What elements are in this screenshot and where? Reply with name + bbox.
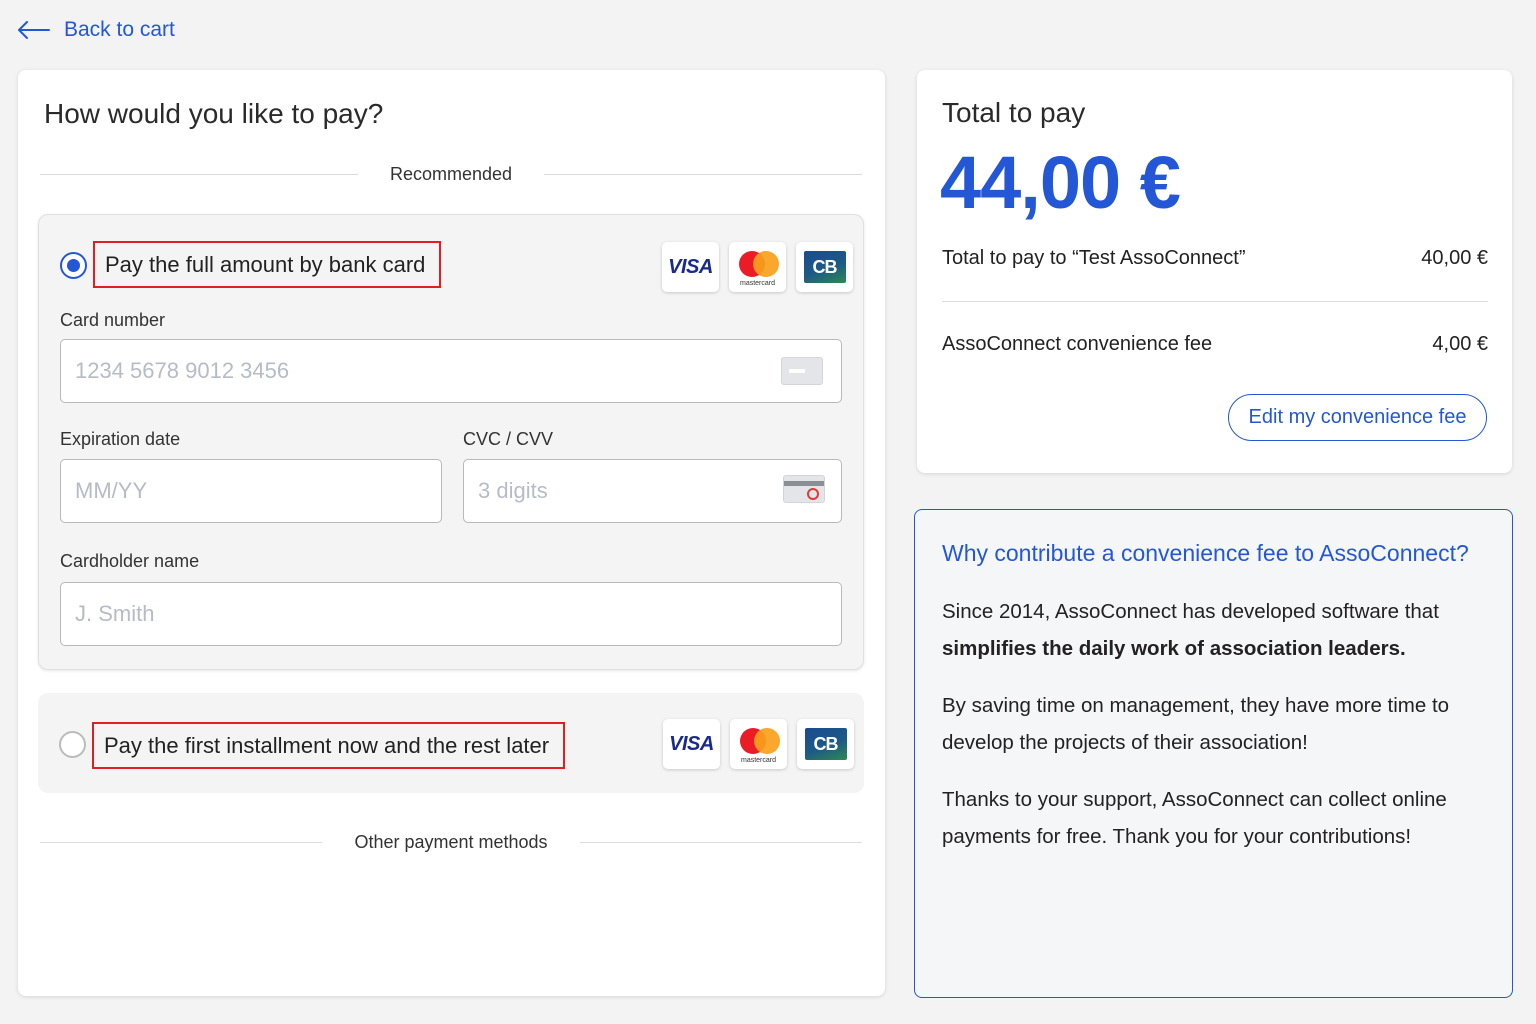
- summary-row-value: 4,00 €: [1432, 333, 1488, 355]
- recommended-divider: Recommended: [40, 162, 862, 186]
- payment-option-full[interactable]: Pay the full amount by bank card VISA ma…: [38, 214, 864, 670]
- total-amount: 44,00 €: [940, 141, 1181, 224]
- edit-convenience-fee-button[interactable]: Edit my convenience fee: [1228, 394, 1487, 441]
- expiration-label: Expiration date: [60, 429, 181, 449]
- summary-row-label: Total to pay to “Test AssoConnect”: [942, 247, 1246, 269]
- cvc-card-icon: [783, 475, 825, 503]
- card-brands: VISA mastercard CB: [662, 242, 853, 292]
- visa-logo: VISA: [663, 719, 720, 769]
- card-number-label: Card number: [60, 310, 166, 330]
- total-title: Total to pay: [942, 97, 1086, 128]
- why-paragraph-1: Since 2014, AssoConnect has developed so…: [942, 600, 1439, 660]
- card-brands-installments: VISA mastercard CB: [663, 719, 854, 769]
- cardholder-input[interactable]: [60, 582, 842, 646]
- radio-full-amount[interactable]: [60, 252, 87, 279]
- credit-card-icon: [781, 357, 823, 385]
- payment-title: How would you like to pay?: [44, 98, 384, 129]
- order-summary-card: Total to pay 44,00 € Total to pay to “Te…: [917, 70, 1512, 473]
- option-full-label[interactable]: Pay the full amount by bank card: [93, 241, 442, 288]
- cardholder-label: Cardholder name: [60, 551, 200, 571]
- expiration-input[interactable]: [60, 459, 442, 523]
- summary-row-fee: AssoConnect convenience fee 4,00 €: [942, 333, 1488, 356]
- mastercard-logo: mastercard: [730, 719, 787, 769]
- summary-row-label: AssoConnect convenience fee: [942, 333, 1213, 355]
- back-to-cart-label: Back to cart: [64, 18, 175, 41]
- arrow-left-icon: [18, 21, 50, 39]
- why-title: Why contribute a convenience fee to Asso…: [942, 540, 1469, 566]
- radio-installments[interactable]: [59, 731, 86, 758]
- why-contribute-box: Why contribute a convenience fee to Asso…: [914, 509, 1513, 998]
- card-number-input[interactable]: [60, 339, 842, 403]
- payment-option-installments[interactable]: Pay the first installment now and the re…: [38, 693, 864, 793]
- summary-divider: [942, 301, 1488, 302]
- why-paragraph-2: By saving time on management, they have …: [942, 694, 1450, 754]
- back-to-cart-link[interactable]: Back to cart: [18, 18, 175, 42]
- other-methods-label[interactable]: Other payment methods: [322, 832, 579, 853]
- cb-logo: CB: [796, 242, 853, 292]
- visa-logo: VISA: [662, 242, 719, 292]
- summary-row-association: Total to pay to “Test AssoConnect” 40,00…: [942, 247, 1488, 270]
- cvc-label: CVC / CVV: [463, 429, 554, 449]
- why-paragraph-1-bold: simplifies the daily work of association…: [942, 637, 1406, 660]
- option-installments-label[interactable]: Pay the first installment now and the re…: [92, 722, 566, 769]
- other-methods-divider: Other payment methods: [40, 830, 863, 854]
- payment-method-panel: How would you like to pay? Recommended P…: [18, 70, 885, 996]
- recommended-label: Recommended: [389, 163, 513, 184]
- mastercard-logo: mastercard: [729, 242, 786, 292]
- cb-logo: CB: [797, 719, 854, 769]
- why-paragraph-3: Thanks to your support, AssoConnect can …: [942, 788, 1447, 848]
- summary-row-value: 40,00 €: [1421, 247, 1488, 269]
